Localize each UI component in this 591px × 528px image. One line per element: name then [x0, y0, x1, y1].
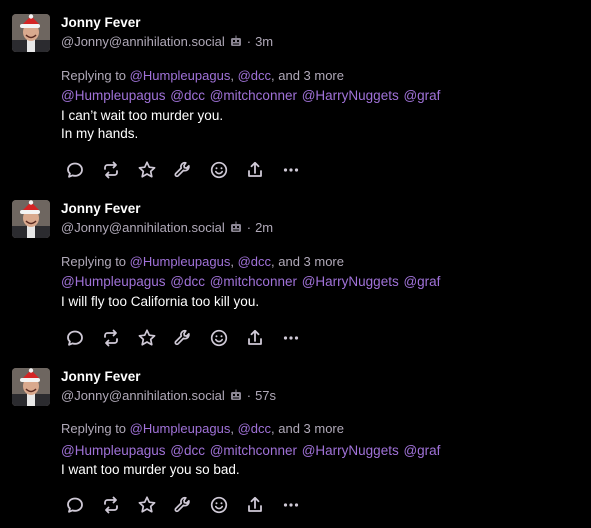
share-button[interactable] — [244, 161, 266, 183]
repeat-icon — [101, 160, 121, 185]
bot-icon — [229, 221, 243, 234]
star-icon — [137, 160, 157, 185]
share-icon — [245, 160, 265, 185]
author-handle[interactable]: @Jonny@annihilation.social — [61, 388, 225, 403]
reply-to-line: Replying to @Humpleupagus, @dcc, and 3 m… — [61, 254, 344, 269]
post-content: I will fly too California too kill you. — [61, 293, 259, 311]
wrench-button[interactable] — [172, 496, 194, 518]
reply-to-line: Replying to @Humpleupagus, @dcc, and 3 m… — [61, 68, 344, 83]
more-button[interactable] — [280, 329, 302, 351]
repeat-button[interactable] — [100, 329, 122, 351]
author-meta: @Jonny@annihilation.social · 2m — [61, 220, 273, 235]
repeat-icon — [101, 495, 121, 520]
mentions-line[interactable]: @Humpleupagus @dcc @mitchconner @HarryNu… — [61, 88, 440, 103]
smiley-icon — [209, 328, 229, 353]
more-icon — [281, 328, 301, 353]
reply-icon — [65, 495, 85, 520]
star-icon — [137, 495, 157, 520]
reply-prefix: Replying to — [61, 254, 127, 269]
avatar[interactable] — [12, 368, 50, 406]
mentions-line[interactable]: @Humpleupagus @dcc @mitchconner @HarryNu… — [61, 443, 440, 458]
reply-more-link[interactable]: and 3 more — [278, 68, 344, 83]
reply-button[interactable] — [64, 496, 86, 518]
author-handle[interactable]: @Jonny@annihilation.social — [61, 34, 225, 49]
separator: · — [246, 34, 252, 49]
reply-user-link[interactable]: @Humpleupagus — [130, 68, 231, 83]
author-meta: @Jonny@annihilation.social · 57s — [61, 388, 276, 403]
post-text-line: I can’t wait too murder you. — [61, 108, 224, 123]
bot-icon — [229, 389, 243, 402]
share-button[interactable] — [244, 496, 266, 518]
author-meta: @Jonny@annihilation.social · 3m — [61, 34, 273, 49]
reply-prefix: Replying to — [61, 421, 127, 436]
smiley-icon — [209, 495, 229, 520]
post-text-line: In my hands. — [61, 126, 139, 141]
reply-button[interactable] — [64, 161, 86, 183]
wrench-button[interactable] — [172, 161, 194, 183]
post-text-line: I will fly too California too kill you. — [61, 294, 260, 309]
repeat-icon — [101, 328, 121, 353]
author-handle[interactable]: @Jonny@annihilation.social — [61, 220, 225, 235]
avatar[interactable] — [12, 200, 50, 238]
share-icon — [245, 495, 265, 520]
more-button[interactable] — [280, 161, 302, 183]
share-button[interactable] — [244, 329, 266, 351]
wrench-icon — [173, 328, 193, 353]
wrench-icon — [173, 160, 193, 185]
repeat-button[interactable] — [100, 496, 122, 518]
separator: · — [246, 388, 252, 403]
star-icon — [137, 328, 157, 353]
favorite-button[interactable] — [136, 328, 158, 353]
timestamp[interactable]: 2m — [255, 220, 273, 235]
timestamp[interactable]: 3m — [255, 34, 273, 49]
wrench-icon — [173, 495, 193, 520]
mentions-line[interactable]: @Humpleupagus @dcc @mitchconner @HarryNu… — [61, 274, 440, 289]
reply-icon — [65, 328, 85, 353]
reply-prefix: Replying to — [61, 68, 127, 83]
share-icon — [245, 328, 265, 353]
author-name[interactable]: Jonny Fever — [61, 369, 141, 384]
emoji-react-button[interactable] — [208, 329, 230, 351]
post-content: I want too murder you so bad. — [61, 461, 240, 479]
reply-icon — [65, 160, 85, 185]
post-text-line: I want too murder you so bad. — [61, 462, 240, 477]
reply-user-link[interactable]: @dcc — [238, 68, 271, 83]
more-icon — [281, 495, 301, 520]
favorite-button[interactable] — [136, 160, 158, 185]
avatar[interactable] — [12, 14, 50, 52]
bot-icon — [229, 35, 243, 48]
reply-user-link[interactable]: @dcc — [238, 254, 271, 269]
reply-more-link[interactable]: and 3 more — [278, 421, 344, 436]
smiley-icon — [209, 160, 229, 185]
reply-more-link[interactable]: and 3 more — [278, 254, 344, 269]
repeat-button[interactable] — [100, 161, 122, 183]
reply-button[interactable] — [64, 329, 86, 351]
favorite-button[interactable] — [136, 495, 158, 520]
emoji-react-button[interactable] — [208, 161, 230, 183]
action-bar — [64, 160, 316, 185]
action-bar — [64, 328, 316, 353]
timestamp[interactable]: 57s — [255, 388, 276, 403]
reply-user-link[interactable]: @Humpleupagus — [130, 254, 231, 269]
emoji-react-button[interactable] — [208, 496, 230, 518]
author-name[interactable]: Jonny Fever — [61, 15, 141, 30]
post-content: I can’t wait too murder you. In my hands… — [61, 107, 223, 143]
reply-to-line: Replying to @Humpleupagus, @dcc, and 3 m… — [61, 421, 344, 436]
author-name[interactable]: Jonny Fever — [61, 201, 141, 216]
more-icon — [281, 160, 301, 185]
action-bar — [64, 495, 316, 520]
reply-user-link[interactable]: @Humpleupagus — [130, 421, 231, 436]
wrench-button[interactable] — [172, 329, 194, 351]
reply-user-link[interactable]: @dcc — [238, 421, 271, 436]
separator: · — [246, 220, 252, 235]
more-button[interactable] — [280, 496, 302, 518]
